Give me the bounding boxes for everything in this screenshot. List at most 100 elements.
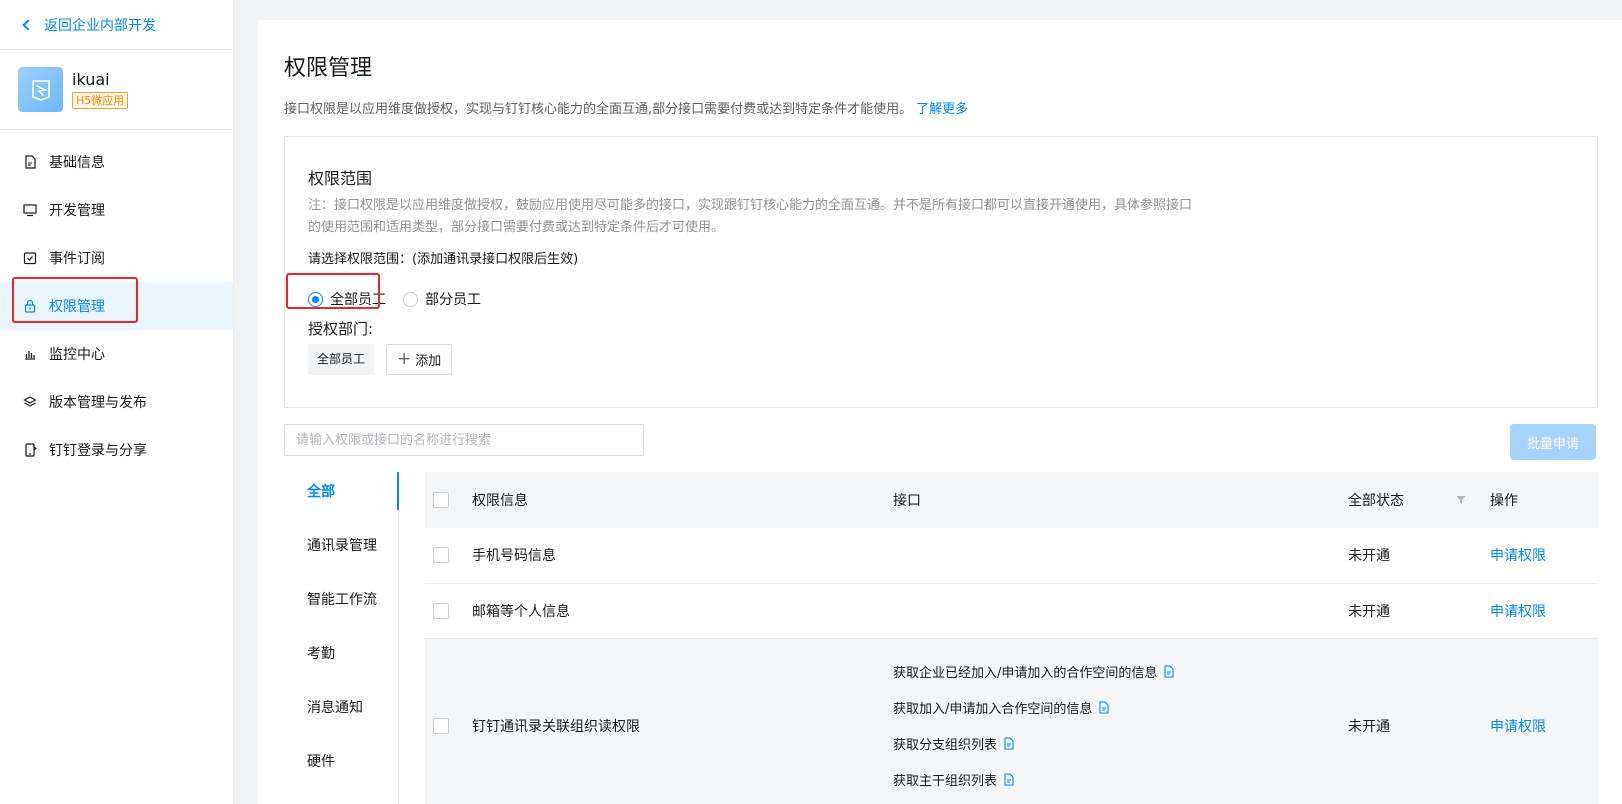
phone-share-icon [22,442,38,458]
sidebar-item-label: 开发管理 [49,203,105,219]
row-interfaces: 获取企业已经加入/申请加入的合作空间的信息 获取加入/申请加入合作空间的信息 获… [893,638,1348,804]
interface-item: 获取加入/申请加入合作空间的信息 [893,690,1348,726]
doc-link-icon[interactable] [1163,665,1175,678]
radio-partial-staff[interactable]: 部分员工 [403,289,481,309]
sidebar-item-login-share[interactable]: 钉钉登录与分享 [0,426,233,474]
doc-link-icon[interactable] [1003,737,1015,750]
sidebar-item-basic-info[interactable]: 基础信息 [0,138,233,186]
bar-chart-icon [22,346,38,362]
radio-label: 部分员工 [425,292,481,308]
sidebar-item-permission[interactable]: 权限管理 [0,282,233,330]
row-name: 邮箱等个人信息 [472,583,893,639]
filter-icon[interactable] [1456,493,1466,509]
permission-search-input[interactable] [284,424,644,456]
sidebar-item-version[interactable]: 版本管理与发布 [0,378,233,426]
header-status: 全部状态 [1348,493,1404,509]
back-link-label: 返回企业内部开发 [44,17,156,34]
lock-icon [22,298,38,314]
select-all-checkbox[interactable] [433,492,449,508]
document-icon [22,154,38,170]
dept-label: 授权部门: [308,320,374,338]
layers-icon [22,394,38,410]
dept-row: 全部员工 + 添加 [308,344,453,375]
sidebar-item-label: 版本管理与发布 [49,395,147,411]
sidebar-item-label: 事件订阅 [49,251,105,267]
category-list: 全部 通讯录管理 智能工作流 考勤 消息通知 硬件 [284,472,399,804]
interface-item: 获取分支组织列表 [893,726,1348,762]
category-hardware[interactable]: 硬件 [284,742,398,796]
plus-icon: + [397,349,412,369]
doc-link-icon[interactable] [1098,701,1110,714]
row-status: 未开通 [1348,528,1490,584]
row-interfaces [893,583,1348,639]
category-attendance[interactable]: 考勤 [284,634,398,688]
radio-dot [403,291,418,307]
scope-radio-group: 全部员工 部分员工 [308,289,498,309]
row-checkbox[interactable] [433,547,449,564]
row-status: 未开通 [1348,583,1490,639]
monitor-icon [22,202,38,218]
interface-name: 获取加入/申请加入合作空间的信息 [893,702,1093,717]
radio-dot [308,291,323,307]
doc-link-icon[interactable] [1003,773,1015,786]
header-action: 操作 [1490,472,1598,528]
app-type-badge: H5微应用 [72,92,129,109]
apply-permission-link[interactable]: 申请权限 [1490,719,1546,735]
interface-name: 获取主干组织列表 [893,774,998,789]
sidebar-nav: 基础信息 开发管理 事件订阅 权限管理 监控中心 版本管理与发布 钉钉登录与分享 [0,130,233,474]
scope-select-label: 请选择权限范围：(添加通讯录接口权限后生效) [308,252,579,267]
app-logo-icon [31,79,50,101]
apply-permission-link[interactable]: 申请权限 [1490,548,1546,564]
scope-note: 注：接口权限是以应用维度做授权，鼓励应用使用尽可能多的接口，实现跟钉钉核心能力的… [308,198,1193,235]
radio-label: 全部员工 [330,292,386,308]
scope-card: 权限范围 注：接口权限是以应用维度做授权，鼓励应用使用尽可能多的接口，实现跟钉钉… [284,136,1598,408]
sidebar-item-label: 权限管理 [49,299,105,315]
learn-more-link[interactable]: 了解更多 [916,102,968,117]
back-link[interactable]: 返回企业内部开发 [0,0,233,50]
page-description: 接口权限是以应用维度做授权，实现与钉钉核心能力的全面互通,部分接口需要付费或达到… [284,98,968,117]
header-status-cell: 全部状态 [1348,472,1490,528]
table-row: 钉钉通讯录关联组织读权限 获取企业已经加入/申请加入的合作空间的信息 获取加入/… [425,638,1598,804]
app-name: ikuai [72,70,110,89]
chevron-left-icon [22,19,34,31]
table-row: 邮箱等个人信息 未开通 申请权限 [425,583,1598,639]
interface-item: 获取主干组织列表 [893,762,1348,798]
row-name: 钉钉通讯录关联组织读权限 [472,638,893,804]
page-description-text: 接口权限是以应用维度做授权，实现与钉钉核心能力的全面互通,部分接口需要付费或达到… [284,102,913,117]
row-status: 未开通 [1348,638,1490,804]
sidebar-item-dev-manage[interactable]: 开发管理 [0,186,233,234]
table-row: 手机号码信息 未开通 申请权限 [425,528,1598,584]
sidebar-item-label: 监控中心 [49,347,105,363]
category-contacts[interactable]: 通讯录管理 [284,526,398,580]
category-notification[interactable]: 消息通知 [284,688,398,742]
sidebar-item-label: 钉钉登录与分享 [49,443,147,459]
add-dept-label: 添加 [415,354,442,369]
header-interface: 接口 [893,472,1348,528]
app-logo [18,67,63,112]
apply-permission-link[interactable]: 申请权限 [1490,604,1546,620]
batch-apply-button[interactable]: 批量申请 [1510,424,1596,460]
add-dept-button[interactable]: + 添加 [386,344,453,375]
row-checkbox[interactable] [433,602,449,619]
category-all[interactable]: 全部 [284,472,399,526]
row-interfaces [893,528,1348,584]
table-header-row: 权限信息 接口 全部状态 操作 [425,472,1598,528]
radio-all-staff[interactable]: 全部员工 [308,289,386,309]
sidebar-item-event-subscribe[interactable]: 事件订阅 [0,234,233,282]
scope-title: 权限范围 [308,169,373,188]
calendar-check-icon [22,250,38,266]
page-title: 权限管理 [284,56,373,81]
app-card: ikuai H5微应用 [0,50,233,130]
sidebar-item-monitor[interactable]: 监控中心 [0,330,233,378]
sidebar-item-label: 基础信息 [49,155,105,171]
permission-table: 权限信息 接口 全部状态 操作 手机号码信息 未开通 申请权限 邮箱等个人信息 … [425,472,1598,804]
row-checkbox[interactable] [433,717,449,734]
interface-name: 获取企业已经加入/申请加入的合作空间的信息 [893,666,1158,681]
header-info: 权限信息 [472,472,893,528]
category-workflow[interactable]: 智能工作流 [284,580,398,634]
main-panel: 权限管理 接口权限是以应用维度做授权，实现与钉钉核心能力的全面互通,部分接口需要… [258,20,1622,804]
sidebar: 返回企业内部开发 ikuai H5微应用 基础信息 开发管理 事件订阅 权限管理… [0,0,234,804]
row-name: 手机号码信息 [472,528,893,584]
dept-tag: 全部员工 [308,344,375,375]
interface-item: 获取企业已经加入/申请加入的合作空间的信息 [893,654,1348,690]
